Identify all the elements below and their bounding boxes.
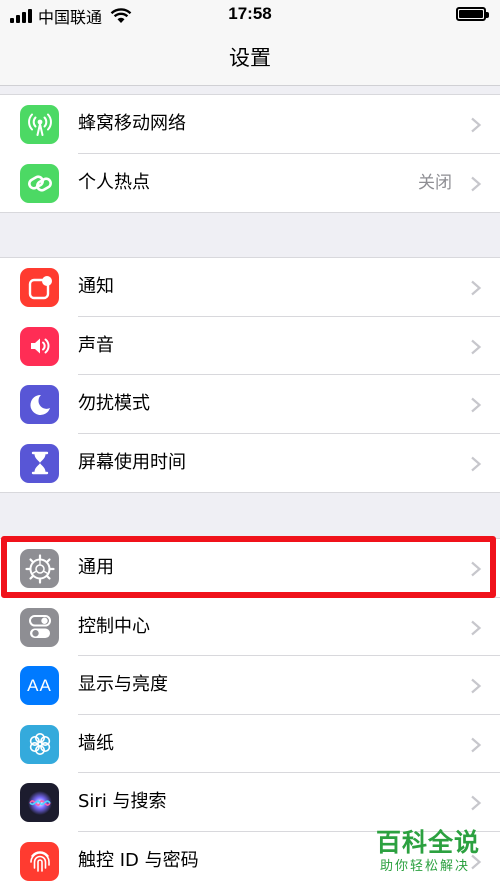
- settings-row-cellular[interactable]: 蜂窝移动网络: [0, 95, 500, 154]
- watermark-title: 百科全说: [376, 828, 481, 857]
- row-label: 控制中心: [78, 615, 150, 637]
- chevron-right-icon: [471, 397, 482, 413]
- row-label: 通用: [78, 557, 114, 578]
- row-label: Siri 与搜索: [78, 791, 167, 812]
- watermark-subtitle: 助你轻松解决: [380, 859, 471, 874]
- navigation-bar: 设置: [0, 30, 500, 86]
- text-size-icon: AA: [20, 666, 59, 705]
- settings-group-notifications: 通知 声音 勿扰模式 屏幕使用时间: [0, 257, 500, 493]
- settings-row-siri-search[interactable]: Siri 与搜索: [0, 773, 500, 832]
- chevron-right-icon: [471, 280, 482, 296]
- row-label: 勿扰模式: [78, 393, 150, 414]
- chevron-right-icon: [471, 117, 482, 133]
- settings-group-network: 蜂窝移动网络 个人热点 关闭: [0, 94, 500, 213]
- chevron-right-icon: [471, 176, 482, 191]
- row-label: 蜂窝移动网络: [78, 113, 186, 134]
- settings-row-sounds[interactable]: 声音: [0, 317, 500, 375]
- hourglass-icon: [20, 443, 59, 483]
- notification-icon: [20, 268, 59, 307]
- chevron-right-icon: [471, 678, 482, 694]
- chevron-right-icon: [471, 561, 482, 577]
- settings-row-notifications[interactable]: 通知: [0, 258, 500, 317]
- chevron-right-icon: [471, 737, 482, 752]
- status-bar: 中国联通 17:58: [0, 0, 500, 30]
- settings-row-screen-time[interactable]: 屏幕使用时间: [0, 434, 500, 493]
- row-label: 通知: [78, 276, 114, 297]
- chevron-right-icon: [471, 620, 482, 635]
- page-title: 设置: [229, 46, 271, 70]
- watermark: 百科全说 助你轻松解决: [376, 828, 500, 876]
- antenna-icon: [20, 105, 59, 144]
- settings-row-control-center[interactable]: 控制中心: [0, 598, 500, 656]
- row-label: 触控 ID 与密码: [78, 849, 199, 871]
- row-label: 屏幕使用时间: [78, 451, 186, 473]
- status-time: 17:58: [228, 4, 272, 23]
- row-label: 显示与亮度: [78, 674, 168, 695]
- settings-row-do-not-disturb[interactable]: 勿扰模式: [0, 375, 500, 434]
- settings-row-wallpaper[interactable]: 墙纸: [0, 715, 500, 773]
- speaker-icon: [20, 326, 59, 366]
- settings-row-general[interactable]: 通用: [0, 539, 500, 598]
- chevron-right-icon: [471, 339, 482, 354]
- settings-row-hotspot[interactable]: 个人热点 关闭: [0, 154, 500, 213]
- chevron-right-icon: [471, 456, 482, 471]
- row-label: 墙纸: [78, 732, 114, 754]
- row-label: 声音: [78, 334, 114, 356]
- hotspot-status-value: 关闭: [418, 172, 452, 193]
- hotspot-link-icon: [20, 163, 59, 203]
- fingerprint-icon: [20, 841, 59, 881]
- flower-icon: [20, 724, 59, 764]
- row-label: 个人热点: [78, 171, 150, 193]
- text-size-glyph: AA: [27, 675, 52, 695]
- settings-row-display-brightness[interactable]: AA 显示与亮度: [0, 656, 500, 715]
- moon-icon: [20, 385, 59, 424]
- chevron-right-icon: [471, 795, 482, 811]
- toggle-switches-icon: [20, 607, 59, 647]
- siri-icon: [20, 783, 59, 822]
- battery-icon: [456, 7, 489, 21]
- gear-icon: [20, 549, 59, 588]
